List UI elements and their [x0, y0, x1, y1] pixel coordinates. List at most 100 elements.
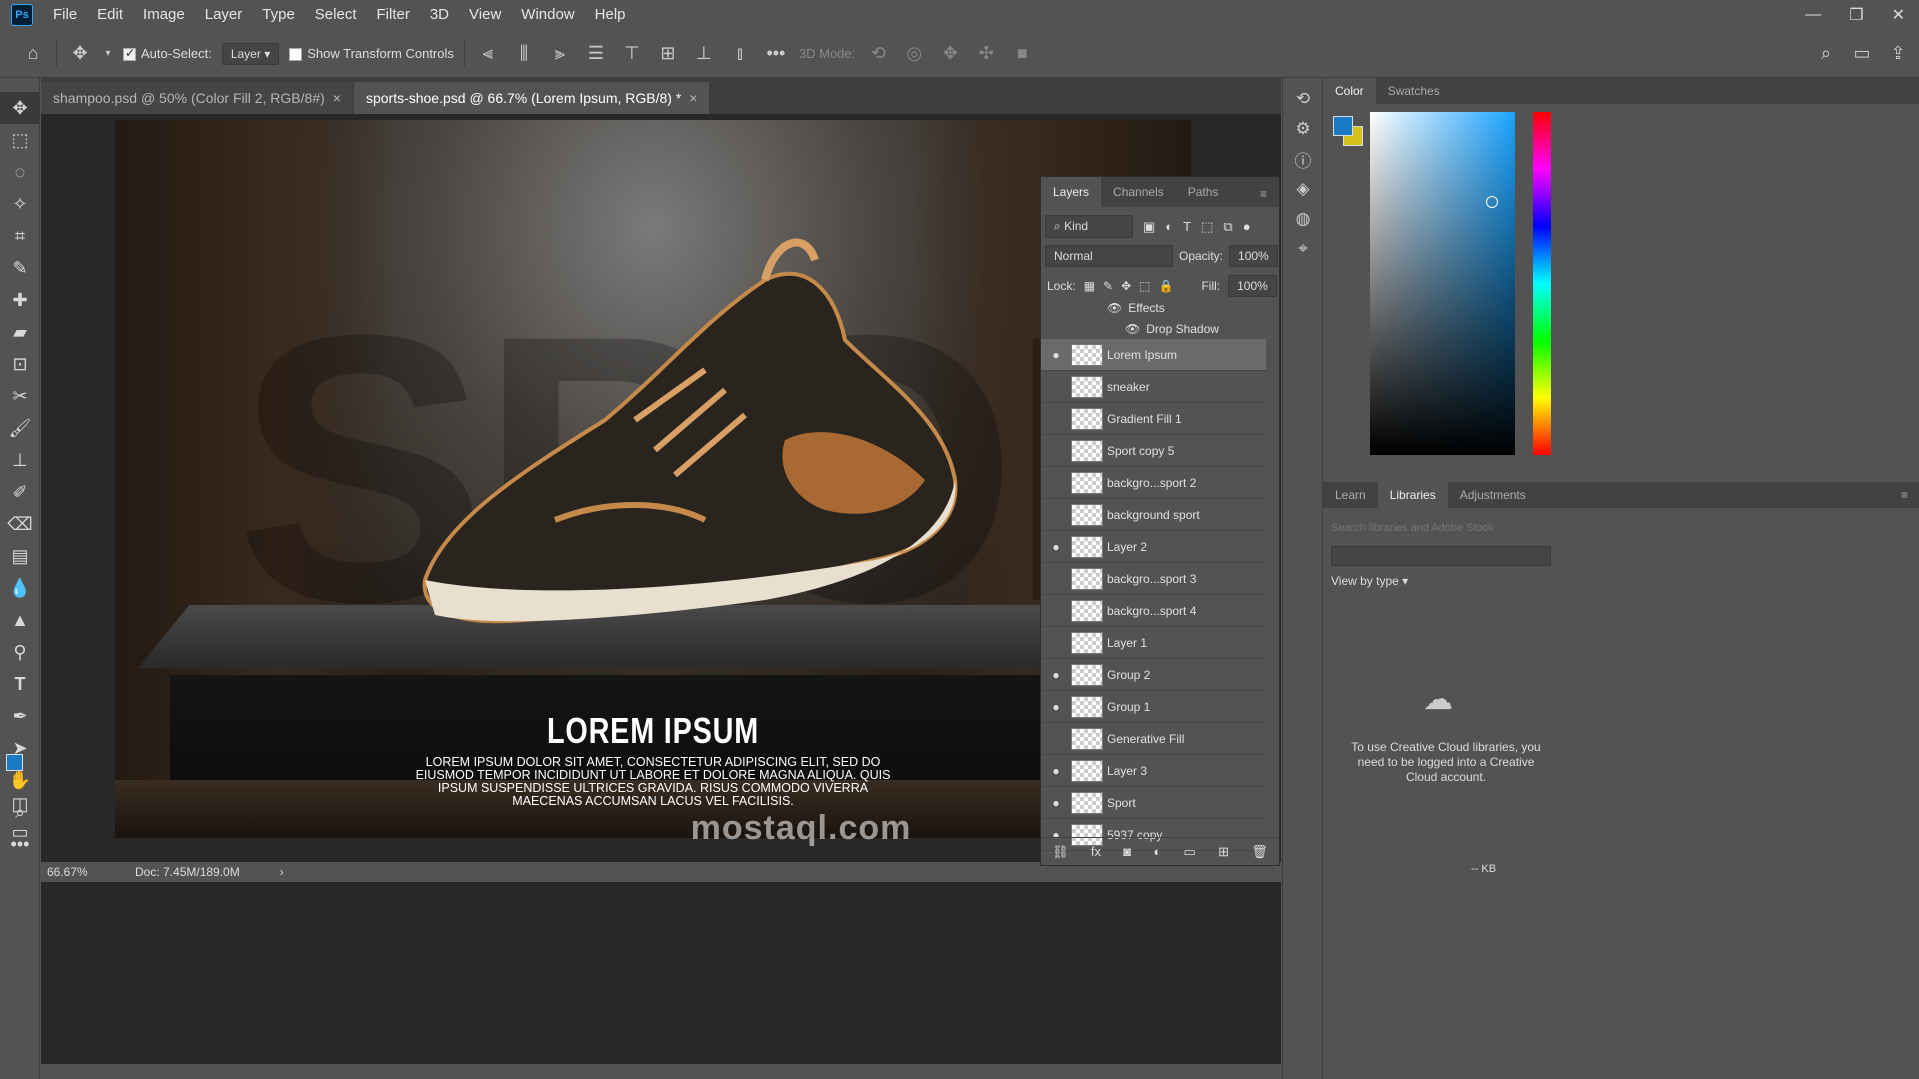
- 3d-pan-icon[interactable]: ✥: [937, 43, 963, 64]
- zoom-level[interactable]: 66.67%: [47, 865, 117, 879]
- layer-row[interactable]: ● Layer 1: [1041, 627, 1266, 659]
- close-tab-icon[interactable]: ×: [333, 90, 341, 106]
- layer-row[interactable]: ● Sport: [1041, 787, 1266, 819]
- layer-row[interactable]: ●backgro...sport 4: [1041, 595, 1266, 627]
- history-brush-icon[interactable]: ✐: [0, 476, 40, 508]
- layer-row[interactable]: ● Generative Fill: [1041, 723, 1266, 755]
- tab-shampoo[interactable]: shampoo.psd @ 50% (Color Fill 2, RGB/8#)…: [41, 82, 353, 114]
- menu-window[interactable]: Window: [511, 0, 584, 30]
- layers-icon[interactable]: ◈: [1283, 174, 1323, 204]
- magic-wand-icon[interactable]: ✧: [0, 188, 40, 220]
- eye-icon[interactable]: ●: [1041, 444, 1071, 458]
- filter-type-icon[interactable]: T: [1183, 219, 1191, 234]
- screen-mode-icon[interactable]: ▭: [0, 816, 40, 848]
- lasso-tool-icon[interactable]: ◌: [0, 156, 40, 188]
- blur-tool-icon[interactable]: 💧: [0, 572, 40, 604]
- tab-learn[interactable]: Learn: [1323, 482, 1378, 508]
- layer-row[interactable]: ● Group 2: [1041, 659, 1266, 691]
- minimize-icon[interactable]: —: [1805, 6, 1821, 24]
- tab-sports-shoe[interactable]: sports-shoe.psd @ 66.7% (Lorem Ipsum, RG…: [354, 82, 710, 114]
- tab-adjustments[interactable]: Adjustments: [1448, 482, 1538, 508]
- layer-row[interactable]: ● Sport copy 5: [1041, 435, 1266, 467]
- close-icon[interactable]: ✕: [1892, 5, 1905, 25]
- marquee-tool-icon[interactable]: ⬚: [0, 124, 40, 156]
- layer-row[interactable]: ● Gradient Fill 1: [1041, 403, 1266, 435]
- eye-icon[interactable]: ●: [1041, 796, 1071, 810]
- healing-brush-icon[interactable]: ✚: [0, 284, 40, 316]
- layer-row[interactable]: ● Layer 2: [1041, 531, 1266, 563]
- view-by-type-dropdown[interactable]: View by type ▾: [1331, 574, 1408, 588]
- eye-icon[interactable]: 👁: [1107, 301, 1122, 315]
- menu-view[interactable]: View: [459, 0, 511, 30]
- eye-icon[interactable]: ●: [1041, 540, 1071, 554]
- color-picker-cursor[interactable]: [1486, 196, 1498, 208]
- layer-row[interactable]: ● sneaker: [1041, 371, 1266, 403]
- align-left-icon[interactable]: ⫷: [475, 43, 501, 64]
- panel-menu-icon[interactable]: ≡: [1248, 181, 1279, 207]
- layer-row[interactable]: ● background sport: [1041, 499, 1266, 531]
- fg-swatch[interactable]: [1333, 116, 1353, 136]
- auto-select-checkbox[interactable]: Auto-Select:: [123, 46, 212, 61]
- filter-adjust-icon[interactable]: ◐: [1165, 219, 1173, 234]
- lock-pixels-icon[interactable]: ✎: [1103, 279, 1113, 293]
- sharpen-tool-icon[interactable]: ▲: [0, 604, 40, 636]
- menu-edit[interactable]: Edit: [87, 0, 133, 30]
- drop-shadow-row[interactable]: 👁 Drop Shadow: [1041, 319, 1266, 339]
- eye-icon[interactable]: ●: [1041, 348, 1071, 362]
- home-icon[interactable]: ⌂: [20, 43, 46, 64]
- workspace-icon[interactable]: ▭: [1849, 43, 1875, 64]
- menu-file[interactable]: File: [43, 0, 87, 30]
- menu-type[interactable]: Type: [252, 0, 305, 30]
- lock-all-icon[interactable]: 🔒: [1159, 279, 1174, 293]
- menu-filter[interactable]: Filter: [367, 0, 420, 30]
- library-search-input[interactable]: [1331, 518, 1551, 538]
- trash-icon[interactable]: 🗑: [1251, 844, 1268, 860]
- panel-menu-icon[interactable]: ≡: [1889, 482, 1919, 508]
- layer-row[interactable]: ● backgro...sport 3: [1041, 563, 1266, 595]
- dodge-tool-icon[interactable]: ⚲: [0, 636, 40, 668]
- properties-icon[interactable]: ⚙: [1283, 114, 1323, 144]
- opacity-input[interactable]: 100%: [1229, 245, 1278, 267]
- artboard[interactable]: SPORT LOREM IPSUM LOREM IPSUM DOLOR SIT …: [115, 120, 1191, 838]
- filter-shape-icon[interactable]: ⬚: [1201, 219, 1213, 235]
- type-tool-icon[interactable]: T: [0, 668, 40, 700]
- menu-3d[interactable]: 3D: [420, 0, 459, 30]
- eye-icon[interactable]: ●: [1041, 476, 1071, 490]
- lock-artboard-icon[interactable]: ⬚: [1139, 279, 1150, 293]
- tab-paths[interactable]: Paths: [1176, 177, 1231, 207]
- close-tab-icon[interactable]: ×: [689, 90, 697, 106]
- blend-mode-dropdown[interactable]: Normal: [1045, 245, 1173, 267]
- paths-icon[interactable]: ⌖: [1283, 234, 1323, 264]
- 3d-scale-icon[interactable]: ■: [1009, 43, 1035, 64]
- move-tool-icon[interactable]: ✥: [67, 43, 93, 64]
- eye-icon[interactable]: ●: [1041, 412, 1071, 426]
- menu-layer[interactable]: Layer: [195, 0, 253, 30]
- channels-icon[interactable]: ◍: [1283, 204, 1323, 234]
- more-icon[interactable]: •••: [763, 43, 789, 64]
- eye-icon[interactable]: ●: [1041, 732, 1071, 746]
- tab-color[interactable]: Color: [1323, 78, 1376, 104]
- tab-channels[interactable]: Channels: [1101, 177, 1176, 207]
- 3d-rotate-icon[interactable]: ⟲: [865, 43, 891, 64]
- layer-row[interactable]: ● Layer 3: [1041, 755, 1266, 787]
- eye-icon[interactable]: ●: [1041, 604, 1071, 618]
- tab-layers[interactable]: Layers: [1041, 177, 1101, 207]
- eye-icon[interactable]: ●: [1041, 764, 1071, 778]
- fx-icon[interactable]: fx: [1091, 844, 1101, 859]
- eyedropper-icon[interactable]: ✎: [0, 252, 40, 284]
- bandaid-icon[interactable]: ▰: [0, 316, 40, 348]
- menu-image[interactable]: Image: [133, 0, 195, 30]
- layer-row[interactable]: ● Group 1: [1041, 691, 1266, 723]
- move-tool-icon[interactable]: ✥: [0, 92, 40, 124]
- link-icon[interactable]: ⛓: [1052, 844, 1069, 860]
- eye-icon[interactable]: ●: [1041, 572, 1071, 586]
- pen-tool-icon[interactable]: ✒: [0, 700, 40, 732]
- share-icon[interactable]: ⇪: [1885, 43, 1911, 64]
- adjustment-icon[interactable]: ◐: [1153, 844, 1161, 859]
- filter-pixel-icon[interactable]: ▣: [1143, 219, 1155, 235]
- filter-toggle-icon[interactable]: ●: [1243, 219, 1251, 234]
- scissors-icon[interactable]: ✂: [0, 380, 40, 412]
- chevron-right-icon[interactable]: ›: [280, 865, 284, 879]
- foreground-color-swatch[interactable]: [6, 754, 23, 771]
- auto-select-dropdown[interactable]: Layer ▾: [222, 43, 279, 65]
